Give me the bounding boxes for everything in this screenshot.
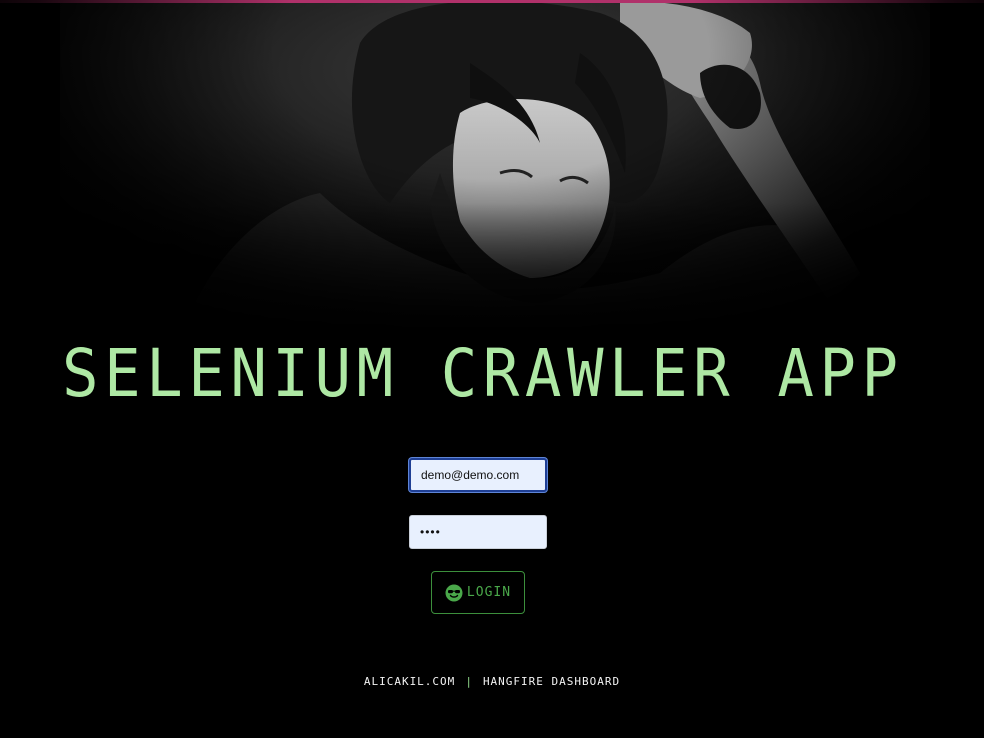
smile-sunglasses-icon — [445, 584, 463, 602]
email-field[interactable] — [409, 458, 547, 492]
login-page: SELENIUM CRAWLER APP LOGIN ALICAKIL.COM |… — [0, 0, 984, 738]
login-label: LOGIN — [466, 585, 512, 600]
app-title: SELENIUM CRAWLER APP — [62, 335, 904, 412]
footer-separator: | — [465, 675, 473, 688]
hangfire-dashboard-link[interactable]: HANGFIRE DASHBOARD — [483, 675, 620, 688]
login-button[interactable]: LOGIN — [431, 571, 525, 614]
footer-links: ALICAKIL.COM | HANGFIRE DASHBOARD — [0, 675, 984, 688]
hero-image — [60, 3, 930, 338]
password-field[interactable] — [409, 515, 547, 549]
alicakil-link[interactable]: ALICAKIL.COM — [364, 675, 455, 688]
